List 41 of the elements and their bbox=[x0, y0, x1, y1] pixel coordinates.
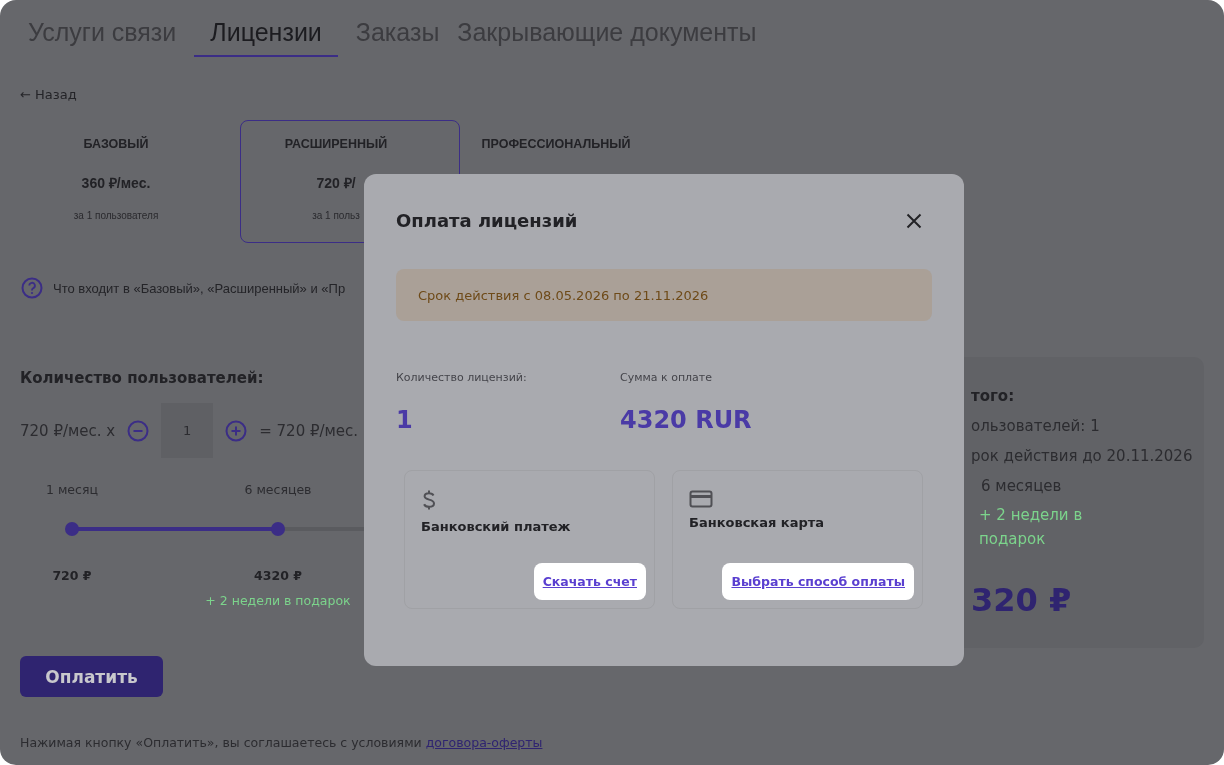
summary-heading: того: bbox=[971, 387, 1016, 405]
stat-value: 1 bbox=[396, 406, 414, 434]
help-icon bbox=[21, 277, 43, 299]
slider-thumb[interactable] bbox=[271, 522, 285, 536]
pay-button[interactable]: Оплатить bbox=[20, 656, 163, 697]
plus-button[interactable] bbox=[225, 419, 248, 442]
period-price: 720 ₽ bbox=[52, 568, 92, 583]
option-title: Банковская карта bbox=[689, 515, 826, 530]
plan-name: БАЗОВЫЙ bbox=[83, 137, 149, 151]
slider-stop bbox=[65, 522, 79, 536]
plan-card[interactable]: БАЗОВЫЙ 360 ₽/мес. за 1 пользователя bbox=[20, 120, 240, 243]
minus-icon bbox=[127, 419, 150, 442]
stat-value: 4320 RUR bbox=[620, 406, 753, 434]
plan-price: 720 ₽/ bbox=[316, 174, 356, 192]
option-link-button[interactable]: Выбрать способ оплаты bbox=[722, 563, 914, 600]
option-title: Банковский платеж bbox=[421, 519, 572, 534]
credit-card-icon bbox=[689, 489, 713, 509]
agreement-text: Нажимая кнопку «Оплатить», вы соглашаетесь с условиями bbox=[20, 735, 423, 750]
back-link[interactable]: ← Назад bbox=[20, 87, 77, 102]
tab[interactable]: Лицензии bbox=[194, 14, 338, 57]
plan-price: 360 ₽/мес. bbox=[81, 174, 151, 192]
price-text: 720 ₽/мес. x bbox=[20, 421, 116, 440]
stat-label: Количество лицензий: bbox=[396, 371, 528, 384]
notice-banner: Срок действия с 08.05.2026 по 21.11.2026 bbox=[396, 269, 932, 321]
total-text: = 720 ₽/мес. bbox=[259, 421, 359, 440]
plan-name: РАСШИРЕННЫЙ bbox=[284, 137, 388, 151]
stat-label: Сумма к оплате bbox=[620, 371, 714, 384]
minus-button[interactable] bbox=[127, 419, 150, 442]
bonus-text: + 2 недели в подарок bbox=[979, 505, 1084, 550]
period-price: 4320 ₽ bbox=[254, 568, 302, 583]
option-link-button[interactable]: Скачать счет bbox=[533, 563, 646, 600]
close-icon bbox=[906, 212, 922, 229]
plan-note: за 1 пользователя bbox=[73, 210, 159, 221]
period-label[interactable]: 1 месяц bbox=[20, 482, 124, 497]
bonus-text: + 2 недели в подарок bbox=[205, 593, 351, 608]
agreement-link[interactable]: договора-оферты bbox=[425, 735, 543, 750]
section-heading: Количество пользователей: bbox=[20, 369, 264, 387]
plus-icon bbox=[225, 419, 248, 442]
summary-total: 320 ₽ bbox=[971, 581, 1073, 619]
help-link[interactable]: Что входит в «Базовый», «Расширенный» и «Пр bbox=[53, 280, 346, 296]
dollar-icon bbox=[421, 489, 437, 513]
